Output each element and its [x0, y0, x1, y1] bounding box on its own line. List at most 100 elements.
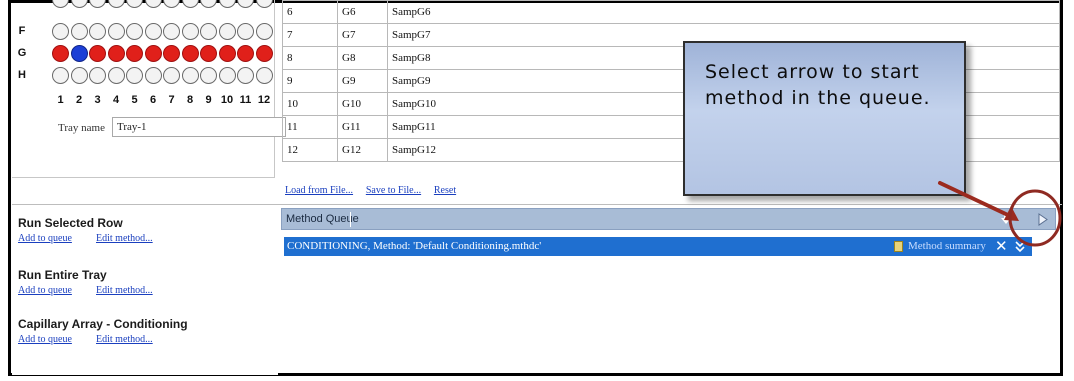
plate-well[interactable] [218, 67, 236, 84]
run-entire-tray-add-link[interactable]: Add to queue [18, 285, 72, 296]
plate-well[interactable] [163, 67, 180, 84]
plate-well[interactable] [70, 45, 88, 62]
close-icon[interactable]: ✕ [995, 237, 1008, 255]
table-cell: SampG6 [387, 0, 1060, 24]
plate-well[interactable] [52, 67, 69, 84]
run-entire-tray-edit-link[interactable]: Edit method... [96, 285, 153, 296]
plate-well[interactable] [200, 45, 217, 62]
save-to-file-link[interactable]: Save to File... [366, 185, 421, 196]
plate-well[interactable] [52, 45, 69, 62]
plate-well[interactable] [255, 23, 273, 40]
plate-well[interactable] [200, 0, 217, 8]
conditioning-edit-link[interactable]: Edit method... [96, 334, 153, 345]
row-letter: G [17, 47, 27, 59]
summary-icon [894, 241, 903, 252]
column-number: 10 [220, 94, 234, 106]
plate-well[interactable] [144, 67, 162, 84]
callout-box: Select arrow to start method in the queu… [683, 41, 966, 196]
chevron-down-icon[interactable] [1014, 239, 1026, 253]
reset-link[interactable]: Reset [434, 185, 456, 196]
plate-well[interactable] [255, 45, 273, 62]
callout-text: Select arrow to start method in the queu… [705, 61, 931, 109]
column-number: 11 [239, 94, 252, 106]
column-number: 3 [94, 94, 101, 106]
plate-well[interactable] [70, 23, 88, 40]
plate-well[interactable] [107, 23, 125, 40]
plate-well[interactable] [89, 0, 106, 8]
plate-well[interactable] [181, 67, 199, 84]
table-cell: G12 [337, 138, 388, 162]
plate-well[interactable] [237, 23, 254, 40]
plate-well[interactable] [181, 0, 199, 8]
plate-well[interactable] [255, 67, 273, 84]
tray-name-label: Tray name [58, 122, 105, 134]
column-number: 9 [205, 94, 212, 106]
plate-well[interactable] [218, 0, 236, 8]
column-number: 4 [112, 94, 120, 106]
table-cell: 9 [282, 69, 338, 93]
queue-item[interactable]: CONDITIONING, Method: 'Default Condition… [284, 237, 1032, 256]
load-from-file-link[interactable]: Load from File... [285, 185, 353, 196]
column-number: 5 [131, 94, 138, 106]
plate-well[interactable] [70, 0, 88, 8]
table-cell: 10 [282, 92, 338, 116]
file-links: Load from File... Save to File... Reset [285, 185, 466, 196]
plate-well[interactable] [52, 23, 69, 40]
plate-well[interactable] [237, 45, 254, 62]
move-down-icon[interactable] [999, 212, 1013, 226]
run-selected-row-title: Run Selected Row [18, 216, 123, 230]
plate-well[interactable] [89, 45, 106, 62]
plate-well[interactable] [200, 67, 217, 84]
table-cell: 12 [282, 138, 338, 162]
plate-well[interactable] [52, 0, 69, 8]
table-cell: G9 [337, 69, 388, 93]
plate-well[interactable] [163, 23, 180, 40]
plate-well[interactable] [218, 23, 236, 40]
header-separator [350, 212, 351, 227]
plate-well[interactable] [70, 67, 88, 84]
run-panel: Run Selected Row Add to queue Edit metho… [12, 205, 278, 375]
plate-well[interactable] [181, 23, 199, 40]
plate-well[interactable] [237, 0, 254, 8]
plate-well[interactable] [144, 23, 162, 40]
table-cell: 11 [282, 115, 338, 139]
conditioning-title: Capillary Array - Conditioning [18, 317, 188, 331]
column-number: 6 [149, 94, 157, 106]
run-selected-row-edit-link[interactable]: Edit method... [96, 233, 153, 244]
run-entire-tray-title: Run Entire Tray [18, 268, 107, 282]
table-cell: G6 [337, 0, 388, 24]
method-queue-header: Method Queue [281, 208, 1056, 230]
plate-well[interactable] [89, 23, 106, 40]
plate-well[interactable] [126, 67, 143, 84]
plate-well[interactable] [89, 67, 106, 84]
plate-well[interactable] [126, 45, 143, 62]
plate-well[interactable] [218, 45, 236, 62]
plate-well[interactable] [181, 45, 199, 62]
plate-well[interactable] [163, 0, 180, 8]
plate-well[interactable] [144, 45, 162, 62]
method-summary-link[interactable]: Method summary [908, 240, 986, 252]
plate-well[interactable] [107, 0, 125, 8]
table-cell: 8 [282, 46, 338, 70]
plate-well[interactable] [200, 23, 217, 40]
row-letter: H [18, 69, 26, 81]
plate-well[interactable] [107, 67, 125, 84]
column-number: 2 [75, 94, 83, 106]
plate-well[interactable] [126, 23, 143, 40]
column-number: 8 [186, 94, 194, 106]
column-number: 1 [57, 94, 64, 106]
plate-well[interactable] [144, 0, 162, 8]
plate-well[interactable] [163, 45, 180, 62]
table-row[interactable]: 6 G6 SampG6 [282, 0, 1060, 24]
tray-name-input[interactable] [112, 117, 286, 137]
table-cell: G11 [337, 115, 388, 139]
run-selected-row-add-link[interactable]: Add to queue [18, 233, 72, 244]
plate-well[interactable] [255, 0, 273, 8]
plate-panel: F G H 1 2 3 4 5 6 7 8 9 10 11 12 Tray name [12, 0, 286, 178]
plate-well[interactable] [126, 0, 143, 8]
plate-well[interactable] [107, 45, 125, 62]
plate-well[interactable] [237, 67, 254, 84]
table-cell: G7 [337, 23, 388, 47]
conditioning-add-link[interactable]: Add to queue [18, 334, 72, 345]
start-queue-icon[interactable] [1037, 213, 1049, 226]
